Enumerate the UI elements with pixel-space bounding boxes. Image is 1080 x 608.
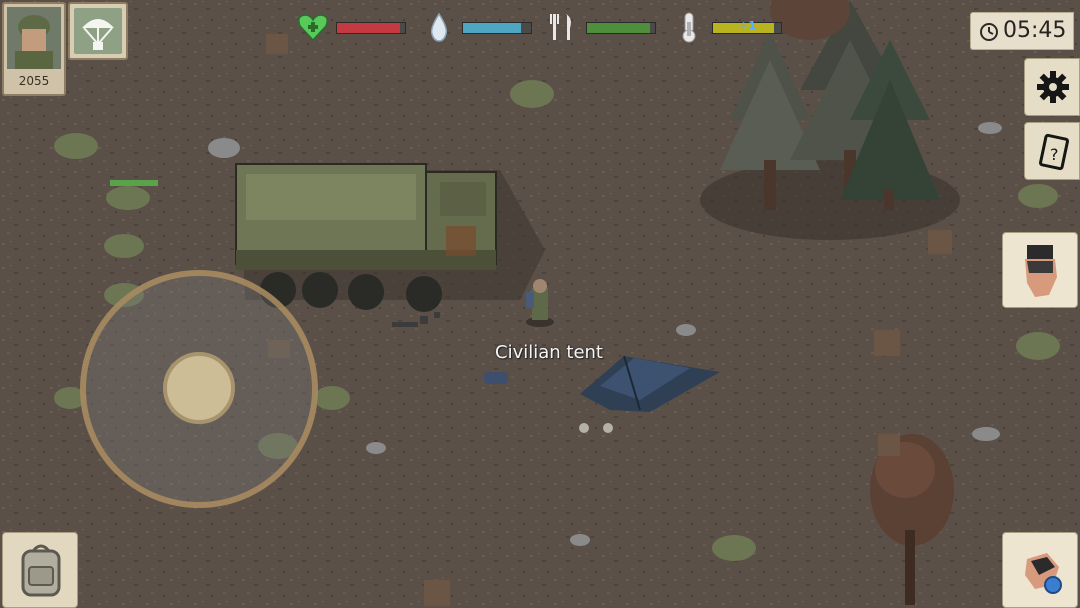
health-fill — [337, 23, 400, 33]
temperature-effect: +1 — [739, 19, 756, 32]
weapon-button[interactable] — [1002, 532, 1078, 608]
ground-item[interactable] — [484, 372, 508, 384]
thermometer-icon — [672, 10, 706, 44]
svg-text:?: ? — [1050, 145, 1059, 164]
avatar — [7, 7, 61, 69]
thirst-bar — [462, 22, 532, 34]
journal-button[interactable]: ? — [1024, 122, 1080, 180]
object-hover-label: Civilian tent — [495, 342, 603, 363]
health-bar — [336, 22, 406, 34]
hand-icon — [1017, 243, 1065, 303]
player-xp: 2055 — [18, 74, 50, 88]
gear-icon — [1035, 69, 1071, 109]
settings-button[interactable] — [1024, 58, 1080, 116]
parachute-icon — [74, 8, 122, 54]
airdrop-button[interactable] — [68, 2, 128, 60]
clock-time: 05:45 — [1003, 18, 1067, 43]
hunger-bar — [586, 22, 656, 34]
fork-knife-icon — [546, 10, 580, 44]
water-drop-icon — [422, 10, 456, 44]
joystick-knob[interactable] — [163, 352, 235, 424]
player-avatar-panel[interactable]: 2055 — [2, 2, 66, 96]
hunger-fill — [587, 23, 650, 33]
game-clock: 05:45 — [970, 12, 1074, 50]
animal-health-bar — [110, 180, 158, 186]
clock-icon — [979, 22, 999, 46]
notebook-question-icon: ? — [1037, 133, 1071, 175]
temperature-bar: +1 — [712, 19, 782, 34]
inventory-button[interactable] — [2, 532, 78, 608]
military-truck[interactable] — [235, 163, 545, 312]
interact-button[interactable] — [1002, 232, 1078, 308]
backpack-icon — [13, 541, 69, 605]
fist-icon — [1017, 545, 1067, 601]
heart-plus-icon — [296, 10, 330, 44]
thirst-fill — [463, 23, 522, 33]
